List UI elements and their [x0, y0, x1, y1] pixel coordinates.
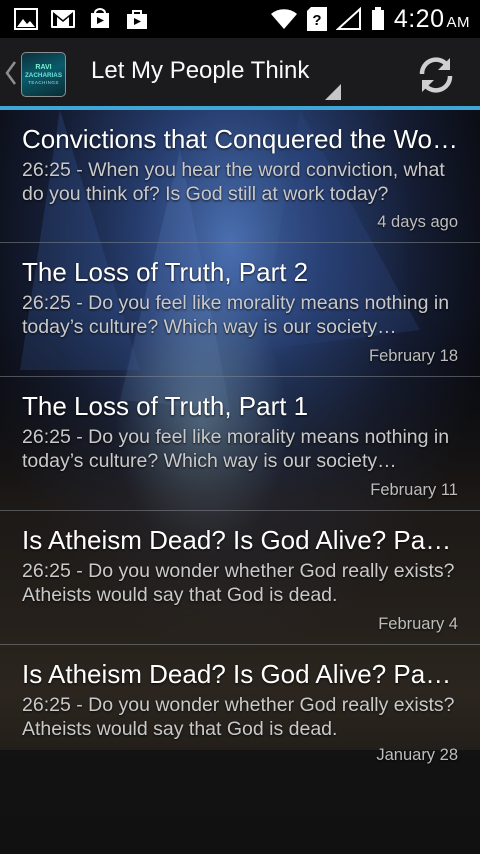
episode-date: February 11 [370, 481, 458, 499]
episode-title: Convictions that Conquered the World [22, 124, 458, 154]
sim-unknown-icon: ? [306, 7, 327, 31]
episode-date: February 18 [369, 347, 458, 365]
logo-text-line2: ZACHARIAS [24, 71, 63, 79]
episode-title: Is Atheism Dead? Is God Alive? Part 2 [22, 525, 458, 555]
episode-item[interactable]: Convictions that Conquered the World 26:… [0, 110, 480, 243]
clock: 4:20 AM [394, 5, 470, 34]
gmail-icon [51, 9, 75, 29]
episode-title: The Loss of Truth, Part 1 [22, 391, 309, 421]
episode-description: 26:25 - Do you feel like morality means … [22, 426, 450, 472]
action-bar: RAVI ZACHARIAS TEACHINGS Let My People T… [0, 38, 480, 106]
signal-icon [335, 7, 362, 31]
episode-date: 4 days ago [377, 213, 458, 231]
clock-time: 4:20 [393, 4, 445, 33]
logo-text-line1: RAVI [35, 63, 52, 71]
page-title-spinner[interactable]: Let My People Think [91, 57, 309, 85]
episode-item[interactable]: Is Atheism Dead? Is God Alive? Part 1 26… [0, 645, 480, 775]
spinner-dropdown-icon[interactable] [325, 84, 341, 100]
episode-date: January 28 [376, 746, 458, 764]
episode-item[interactable]: The Loss of Truth, Part 1 26:25 - Do you… [0, 377, 480, 511]
episode-description: 26:25 - When you hear the word convictio… [22, 159, 445, 205]
logo-text-line3: TEACHINGS [28, 79, 59, 85]
episode-description: 26:25 - Do you wonder whether God really… [22, 560, 455, 606]
episode-date: February 4 [378, 615, 458, 633]
status-bar: ? 4:20 AM [0, 0, 480, 38]
up-navigation-icon[interactable] [4, 60, 18, 86]
refresh-icon[interactable] [416, 55, 456, 95]
episode-description: 26:25 - Do you wonder whether God really… [22, 694, 455, 740]
episode-title: The Loss of Truth, Part 2 [22, 257, 309, 287]
episode-description: 26:25 - Do you feel like morality means … [22, 292, 450, 338]
battery-icon [371, 7, 385, 31]
wifi-icon [270, 8, 298, 30]
svg-text:?: ? [312, 12, 321, 29]
episode-list-container: Convictions that Conquered the World 26:… [0, 110, 480, 854]
photo-icon [14, 8, 38, 30]
episode-list: Convictions that Conquered the World 26:… [0, 110, 480, 775]
app-logo[interactable]: RAVI ZACHARIAS TEACHINGS [21, 52, 66, 97]
clock-ampm: AM [446, 13, 470, 31]
episode-title: Is Atheism Dead? Is God Alive? Part 1 [22, 659, 458, 689]
episode-item[interactable]: Is Atheism Dead? Is God Alive? Part 2 26… [0, 511, 480, 645]
shopping-bag-icon [125, 8, 149, 30]
episode-item[interactable]: The Loss of Truth, Part 2 26:25 - Do you… [0, 243, 480, 377]
play-store-icon [88, 8, 112, 30]
